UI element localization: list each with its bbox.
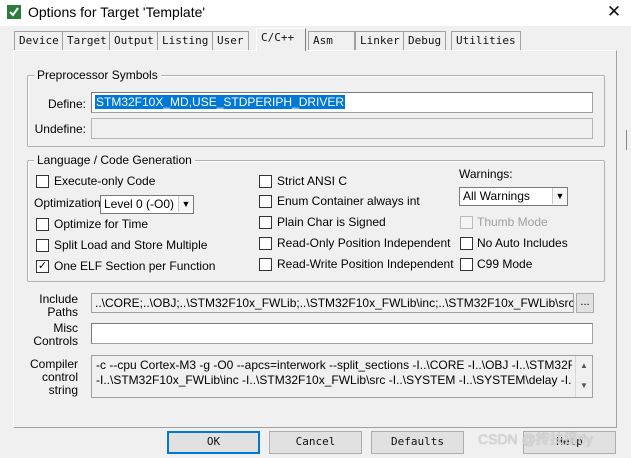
one-elf-label: One ELF Section per Function: [54, 259, 216, 273]
compiler-label-3: string: [48, 383, 78, 397]
close-icon[interactable]: ✕: [597, 0, 631, 24]
warnings-value: All Warnings: [463, 189, 530, 203]
optimize-time-checkbox[interactable]: [36, 218, 49, 231]
include-label-2: Paths: [47, 305, 78, 319]
tab-target[interactable]: Target: [62, 31, 112, 50]
tab-output[interactable]: Output: [109, 31, 159, 50]
enum-container-checkbox[interactable]: [259, 195, 272, 208]
plain-char-checkbox[interactable]: [259, 216, 272, 229]
include-paths-input[interactable]: ..\CORE;..\OBJ;..\STM32F10x_FWLib;..\STM…: [91, 293, 574, 313]
thumb-mode-checkbox[interactable]: [460, 216, 473, 229]
watermark-text: CSDN @抟扶摇tfy: [478, 431, 593, 447]
scroll-up-icon[interactable]: ▲: [576, 356, 592, 376]
scroll-down-icon[interactable]: ▼: [576, 376, 592, 396]
tab-device[interactable]: Device: [14, 31, 64, 50]
optimize-time-label: Optimize for Time: [54, 217, 149, 231]
include-browse-button[interactable]: ...: [576, 293, 594, 313]
define-value: STM32F10X_MD,USE_STDPERIPH_DRIVER: [95, 95, 346, 109]
define-input[interactable]: STM32F10X_MD,USE_STDPERIPH_DRIVER: [91, 92, 593, 113]
thumb-mode-label: Thumb Mode: [477, 215, 548, 229]
execute-only-checkbox[interactable]: [36, 175, 49, 188]
cancel-button[interactable]: Cancel: [269, 431, 362, 454]
execute-only-label: Execute-only Code: [54, 174, 156, 188]
language-legend: Language / Code Generation: [34, 153, 195, 167]
optimization-label: Optimization:: [34, 196, 105, 210]
misc-label-2: Controls: [33, 334, 78, 348]
compiler-scrollbar[interactable]: ▲ ▼: [575, 356, 592, 397]
ok-button[interactable]: OK: [167, 431, 260, 454]
compiler-label-1: Compiler: [29, 357, 78, 371]
compiler-line-2: -I..\STM32F10x_FWLib\inc -I..\STM32F10x_…: [96, 373, 572, 387]
undefine-label: Undefine:: [34, 122, 86, 136]
tab-user[interactable]: User: [212, 31, 249, 50]
warnings-label: Warnings:: [459, 167, 513, 181]
strict-ansi-label: Strict ANSI C: [277, 174, 348, 188]
defaults-button[interactable]: Defaults: [371, 431, 464, 454]
window-title: Options for Target 'Template': [28, 4, 206, 20]
chevron-down-icon[interactable]: ▼: [552, 188, 567, 204]
compiler-line-1: -c --cpu Cortex-M3 -g -O0 --apcs=interwo…: [96, 358, 572, 372]
split-load-label: Split Load and Store Multiple: [54, 238, 208, 252]
enum-container-label: Enum Container always int: [277, 194, 420, 208]
undefine-input[interactable]: [91, 118, 593, 139]
tab-asm[interactable]: Asm: [308, 31, 355, 50]
tab-cc[interactable]: C/C++: [256, 28, 306, 51]
no-auto-includes-checkbox[interactable]: [460, 237, 473, 250]
optimization-value: Level 0 (-O0): [104, 197, 175, 211]
misc-controls-input[interactable]: [91, 323, 593, 344]
c99-mode-label: C99 Mode: [477, 257, 533, 271]
no-auto-includes-label: No Auto Includes: [477, 236, 568, 250]
rwpi-label: Read-Write Position Independent: [277, 257, 454, 271]
define-label: Define:: [47, 97, 86, 111]
misc-label-1: Misc: [53, 321, 78, 335]
uvision-icon: [7, 5, 21, 19]
compiler-string-box[interactable]: -c --cpu Cortex-M3 -g -O0 --apcs=interwo…: [91, 355, 593, 398]
strict-ansi-checkbox[interactable]: [259, 175, 272, 188]
tab-utilities[interactable]: Utilities: [451, 31, 521, 50]
one-elf-checkbox[interactable]: ✓: [36, 260, 49, 273]
tab-debug[interactable]: Debug: [403, 31, 447, 50]
chevron-down-icon[interactable]: ▼: [178, 196, 193, 212]
rwpi-checkbox[interactable]: [259, 258, 272, 271]
split-load-checkbox[interactable]: [36, 239, 49, 252]
compiler-label-2: control: [41, 370, 78, 384]
checkmark-icon: ✓: [37, 260, 48, 272]
plain-char-label: Plain Char is Signed: [277, 215, 386, 229]
title-bar: Options for Target 'Template' ✕: [0, 0, 631, 26]
ropi-label: Read-Only Position Independent: [277, 236, 451, 250]
c99-mode-checkbox[interactable]: [460, 258, 473, 271]
tab-listing[interactable]: Listing: [157, 31, 214, 50]
background-window-edge: [626, 130, 631, 150]
include-label-1: Include: [39, 292, 78, 306]
tab-linker[interactable]: Linker: [355, 31, 405, 50]
preprocessor-legend: Preprocessor Symbols: [34, 68, 161, 82]
ropi-checkbox[interactable]: [259, 237, 272, 250]
